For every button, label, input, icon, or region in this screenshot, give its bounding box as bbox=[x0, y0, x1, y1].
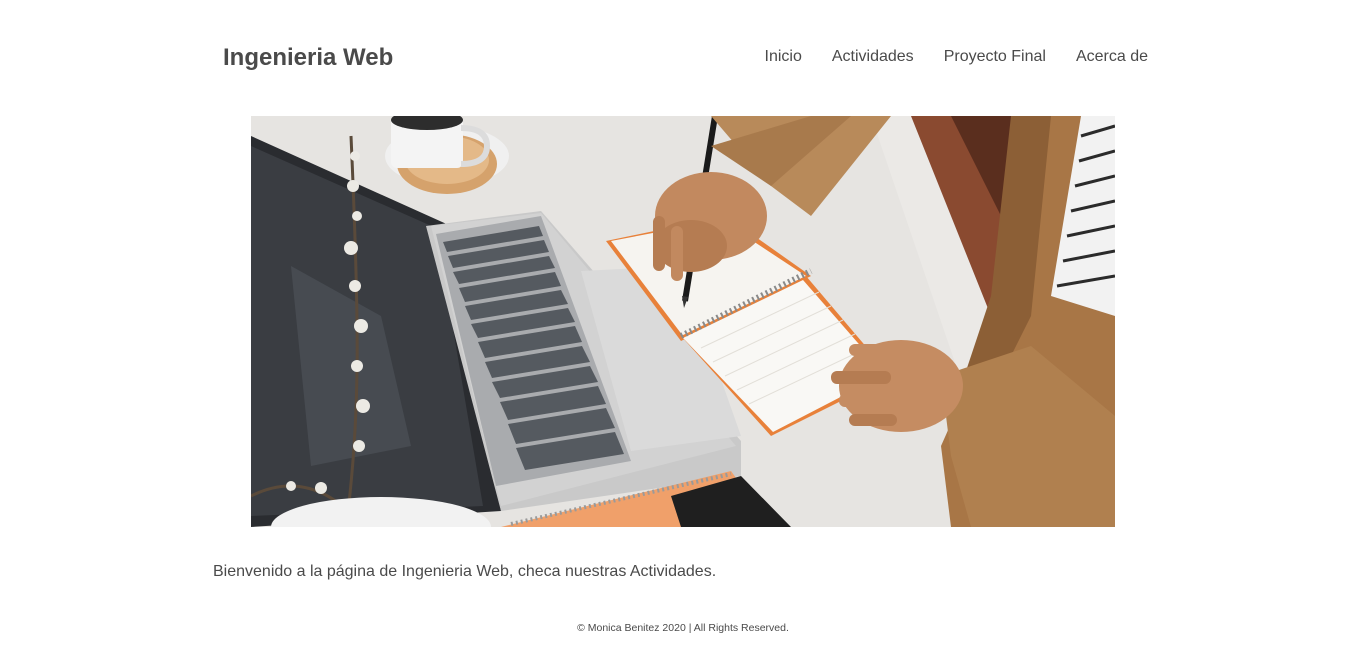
welcome-text: Bienvenido a la página de Ingenieria Web… bbox=[213, 563, 717, 580]
hero-image bbox=[251, 116, 1115, 527]
footer-copyright: © Monica Benitez 2020 | All Rights Reser… bbox=[577, 622, 789, 634]
main-nav: Inicio Actividades Proyecto Final Acerca… bbox=[765, 47, 1149, 67]
nav-link-proyecto-final[interactable]: Proyecto Final bbox=[944, 47, 1046, 67]
nav-link-actividades[interactable]: Actividades bbox=[832, 47, 914, 67]
nav-link-inicio[interactable]: Inicio bbox=[765, 47, 802, 67]
page: Ingenieria Web Inicio Actividades Proyec… bbox=[0, 0, 1366, 648]
site-title[interactable]: Ingenieria Web bbox=[223, 42, 393, 74]
nav-link-acerca-de[interactable]: Acerca de bbox=[1076, 47, 1148, 67]
hero-illustration bbox=[251, 116, 1115, 527]
